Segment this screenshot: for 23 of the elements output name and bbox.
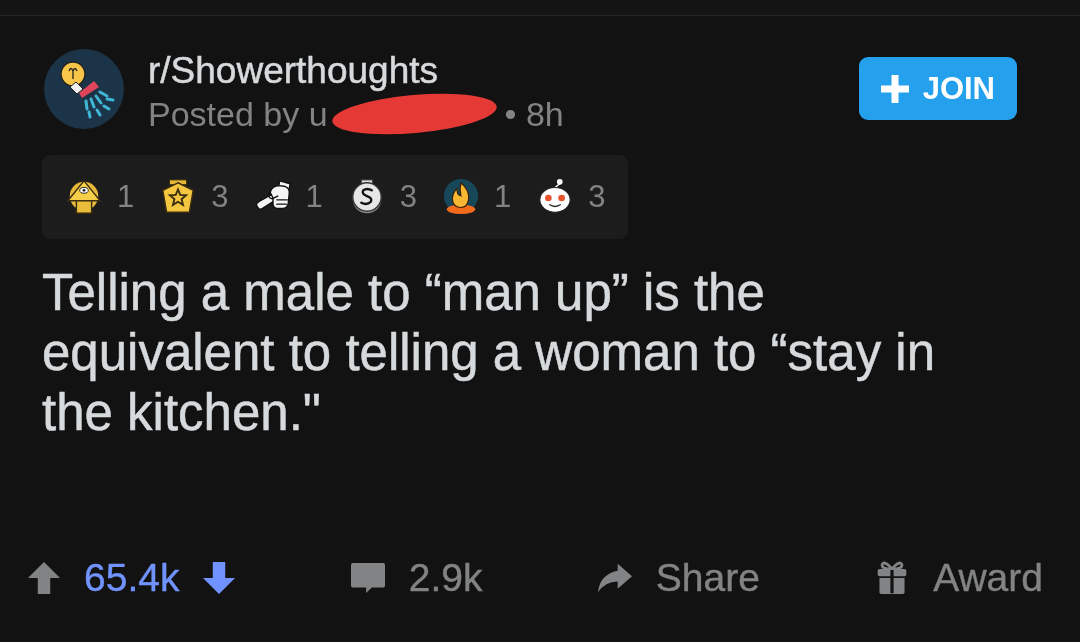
award-count: 1: [494, 179, 512, 215]
comment-bubble-icon: [350, 561, 385, 595]
award-count: 3: [399, 179, 417, 215]
upvote-arrow-icon[interactable]: [28, 562, 60, 594]
award-count: 1: [305, 179, 323, 215]
award-button[interactable]: Award: [875, 556, 1043, 600]
posted-by-text: Posted by u: [148, 94, 328, 134]
award-count: 1: [117, 179, 135, 215]
post-title: Telling a male to “man up” is the equivalent to telling a woman to “stay in the kitchen.": [42, 263, 936, 443]
flame-icon: [442, 178, 480, 216]
comments-button[interactable]: 2.9k: [350, 556, 483, 600]
award-count: 3: [588, 179, 606, 215]
plus-icon: [880, 74, 909, 103]
community-name[interactable]: r/Showerthoughts: [148, 49, 438, 93]
post-age: • 8h: [504, 94, 564, 134]
share-button[interactable]: Share: [597, 556, 760, 600]
downvote-arrow-icon[interactable]: [203, 562, 236, 594]
lightbulb-avatar-icon: [44, 49, 124, 129]
award-count: 3: [211, 179, 229, 215]
join-button[interactable]: JOIN: [858, 57, 1017, 120]
pyramid-eye-icon: [65, 178, 103, 216]
vote-score: 65.4k: [84, 556, 180, 600]
share-arrow-icon: [597, 561, 632, 595]
